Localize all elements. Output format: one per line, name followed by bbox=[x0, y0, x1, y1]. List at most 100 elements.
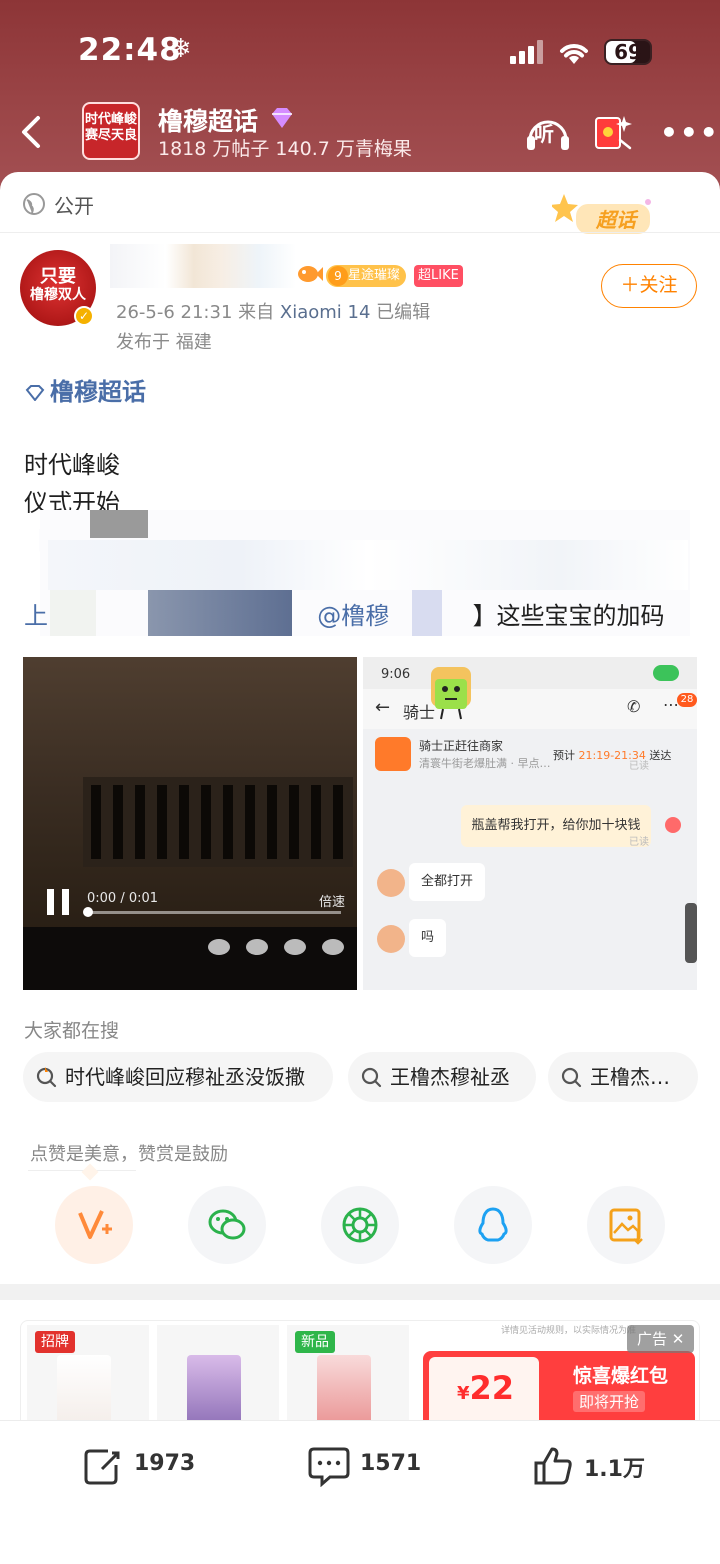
search-chip[interactable]: 王橹杰穆祉丞 bbox=[348, 1052, 536, 1102]
like-count: 1.1万 bbox=[584, 1457, 645, 1482]
source-prefix: 来自 bbox=[238, 302, 275, 323]
visibility-label: 公开 bbox=[54, 194, 94, 218]
edited-label[interactable]: 已编辑 bbox=[376, 302, 430, 323]
search-icon bbox=[361, 1067, 382, 1088]
shot-order-sub: 清寰牛街老爆肚满 · 早点… bbox=[419, 757, 551, 770]
shot-my-message: 瓶盖帮我打开，给你加十块钱 bbox=[461, 805, 651, 847]
video-footer bbox=[23, 927, 357, 990]
fish-icon bbox=[298, 266, 323, 282]
trending-search-title: 大家都在搜 bbox=[24, 1020, 120, 1042]
moments-icon bbox=[342, 1207, 378, 1243]
red-packet-icon[interactable] bbox=[594, 110, 634, 152]
wifi-icon bbox=[560, 44, 588, 64]
shot-mic-indicator bbox=[653, 665, 679, 681]
device-link[interactable]: Xiaomi 14 bbox=[280, 302, 371, 323]
shot-rider-avatar bbox=[377, 869, 405, 897]
mention-link[interactable]: @橹穆 bbox=[317, 602, 389, 630]
pause-icon[interactable] bbox=[45, 887, 73, 917]
comment-icon bbox=[308, 1447, 350, 1487]
reward-hint: 点赞是美意，赞赏是鼓励 bbox=[30, 1144, 228, 1165]
toast-sticker-icon bbox=[431, 667, 471, 720]
listen-label: 听 bbox=[534, 122, 554, 146]
section-gap bbox=[0, 1284, 720, 1300]
save-image-button[interactable] bbox=[587, 1186, 665, 1264]
shot-time: 9:06 bbox=[381, 667, 411, 682]
search-chip[interactable]: 王橹杰… bbox=[548, 1052, 698, 1102]
more-options-icon[interactable]: ••• bbox=[660, 116, 720, 149]
search-icon bbox=[561, 1067, 582, 1088]
shot-scroll-thumb bbox=[685, 903, 697, 963]
supertopic-logo[interactable]: 时代峰峻 赛尽天良 bbox=[82, 102, 140, 160]
shot-eta-suffix: 送达 bbox=[649, 749, 672, 762]
shot-eta: 预计 21:19-21:34 送达 bbox=[553, 747, 671, 763]
share-qq-button[interactable] bbox=[454, 1186, 532, 1264]
shot-phone-icon: ✆ bbox=[627, 697, 641, 716]
action-bar: 1973 1571 1.1万 bbox=[0, 1420, 720, 1564]
globe-icon bbox=[23, 193, 45, 215]
diamond-outline-icon bbox=[25, 385, 45, 401]
battery-percent: 69 bbox=[614, 40, 642, 64]
ad-tag-new: 新品 bbox=[295, 1331, 335, 1353]
post-time: 26-5-6 21:31 bbox=[116, 302, 233, 323]
search-chip-label: 王橹杰穆祉丞 bbox=[390, 1065, 510, 1089]
save-image-icon bbox=[609, 1208, 643, 1245]
battery-indicator: 69 bbox=[604, 39, 652, 65]
wechat-icon bbox=[208, 1209, 246, 1240]
supertopic-title[interactable]: 橹穆超话 bbox=[158, 102, 258, 138]
post-meta: 26-5-6 21:31 来自 Xiaomi 14 已编辑 bbox=[116, 298, 430, 324]
ad-product-1[interactable]: 招牌 bbox=[27, 1325, 149, 1429]
video-player[interactable]: 0:00 / 0:01 倍速 bbox=[23, 657, 357, 990]
super-like-badge[interactable]: 超LIKE bbox=[414, 265, 463, 287]
avatar-text-top: 只要 bbox=[40, 266, 76, 287]
ad-fine-print: 详情见活动规则，以实际情况为准 bbox=[501, 1326, 637, 1336]
shot-status-bar: 9:06 bbox=[363, 657, 697, 689]
username-blurred[interactable] bbox=[110, 244, 296, 288]
ad-tag-signature: 招牌 bbox=[35, 1331, 75, 1353]
supertopic-badge-label: 超话 bbox=[596, 208, 636, 232]
ad-coupon-amount: ¥22 bbox=[457, 1369, 514, 1407]
listen-button[interactable]: 听 bbox=[524, 110, 572, 152]
share-wechat-button[interactable] bbox=[188, 1186, 266, 1264]
ad-close-button[interactable]: 广告 ✕ bbox=[627, 1325, 695, 1353]
shot-nav: ← 骑士 ✆ ⋯ bbox=[363, 689, 697, 729]
chat-screenshot-image[interactable]: 9:06 ← 骑士 ✆ ⋯ 28 骑士正赶往商家 清寰牛街老爆肚满 · 早点… … bbox=[363, 657, 697, 990]
topic-label: 橹穆超话 bbox=[50, 378, 146, 406]
follow-button[interactable]: ＋关注 bbox=[601, 264, 697, 308]
shot-read-1: 已读 bbox=[629, 761, 649, 772]
search-chip[interactable]: 时代峰峻回应穆祉丞没饭撒 bbox=[23, 1052, 333, 1102]
video-progress-knob[interactable] bbox=[83, 907, 93, 917]
topic-link[interactable]: 橹穆超话 bbox=[24, 372, 146, 407]
shot-rider-icon bbox=[375, 737, 411, 771]
level-label: 星途璀璨 bbox=[348, 268, 401, 283]
repost-count: 1973 bbox=[134, 1451, 196, 1476]
hint-pointer bbox=[81, 1163, 99, 1181]
status-bar: 22:48 ❄ 69 bbox=[0, 0, 720, 100]
ad-promo-card[interactable]: ¥22 惊喜爆红包 即将开抢 bbox=[423, 1351, 695, 1429]
comment-count: 1571 bbox=[360, 1451, 422, 1476]
level-badge[interactable]: 9 星途璀璨 bbox=[326, 265, 407, 287]
clock: 22:48 bbox=[78, 32, 182, 68]
post-location: 发布于 福建 bbox=[116, 332, 212, 353]
speed-button[interactable]: 倍速 bbox=[319, 891, 345, 910]
diamond-icon bbox=[272, 108, 292, 128]
shot-read-2: 已读 bbox=[629, 837, 649, 848]
video-progress-track[interactable] bbox=[87, 911, 341, 914]
ad-promo-title: 惊喜爆红包 bbox=[573, 1365, 669, 1387]
search-chip-label: 王橹杰… bbox=[590, 1065, 670, 1089]
verified-icon: ✓ bbox=[74, 306, 94, 326]
ad-banner[interactable]: 招牌 新品 详情见活动规则，以实际情况为准 ¥22 惊喜爆红包 即将开抢 广告 … bbox=[20, 1320, 700, 1430]
drink-cup-icon bbox=[187, 1355, 241, 1429]
post-line-5: 上 @橹穆 】这些宝宝的加码 bbox=[24, 596, 665, 631]
ad-product-3[interactable]: 新品 bbox=[287, 1325, 409, 1429]
supertopic-stats: 1818 万帖子 140.7 万青梅果 bbox=[158, 138, 412, 160]
reward-button[interactable] bbox=[55, 1186, 133, 1264]
back-icon[interactable] bbox=[18, 114, 46, 150]
lights bbox=[208, 939, 344, 955]
ad-currency: ¥ bbox=[457, 1383, 470, 1404]
supertopic-header: 时代峰峻 赛尽天良 橹穆超话 1818 万帖子 140.7 万青梅果 听 ••• bbox=[0, 96, 720, 168]
share-moments-button[interactable] bbox=[321, 1186, 399, 1264]
ad-product-2[interactable] bbox=[157, 1325, 279, 1429]
divider bbox=[0, 232, 720, 233]
drink-cup-icon bbox=[57, 1355, 111, 1429]
search-chip-label: 时代峰峻回应穆祉丞没饭撒 bbox=[65, 1065, 305, 1089]
